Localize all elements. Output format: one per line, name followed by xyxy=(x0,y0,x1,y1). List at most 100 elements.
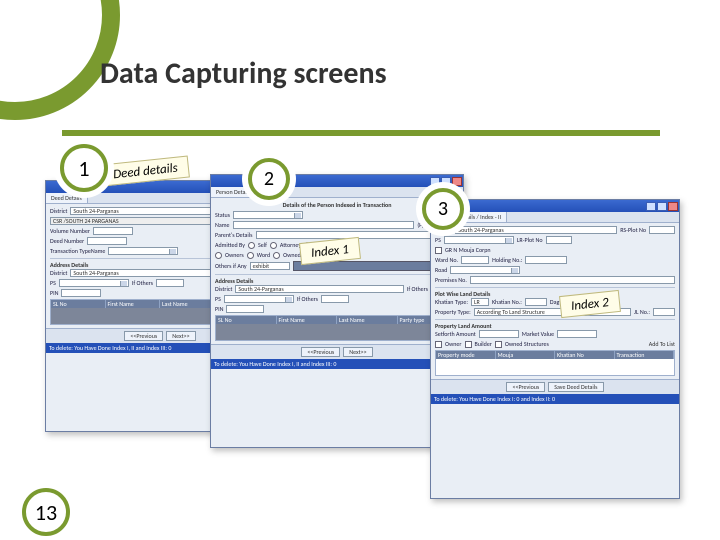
chk-corpn[interactable] xyxy=(435,247,442,254)
label-transaction: Transaction TypeName xyxy=(50,247,105,255)
market-field[interactable] xyxy=(557,330,597,338)
road-select[interactable] xyxy=(450,266,520,274)
label-district: District xyxy=(50,207,67,215)
setforth-field[interactable] xyxy=(479,330,519,338)
minimize-button[interactable] xyxy=(646,202,656,211)
chk-owner[interactable] xyxy=(435,341,442,348)
label-if-others: If Others xyxy=(407,285,428,293)
radio-attorney[interactable] xyxy=(270,242,277,249)
radio-owned[interactable] xyxy=(273,252,280,259)
status-select[interactable] xyxy=(233,211,303,219)
ward-field[interactable] xyxy=(461,256,489,264)
radio-attorney-label: Attorney xyxy=(280,241,301,249)
radio-self[interactable] xyxy=(248,242,255,249)
ps-select[interactable] xyxy=(224,295,294,303)
chk-struct-label: Owned Structures xyxy=(505,340,549,348)
add-to-list-button[interactable]: Add To List xyxy=(649,340,675,348)
marker-2: 2 xyxy=(248,158,290,200)
col-khatian: Khatian No xyxy=(555,351,615,359)
close-button[interactable] xyxy=(668,202,678,211)
label-property-type: Property Type: xyxy=(435,308,471,316)
label-ward: Ward No. xyxy=(435,256,458,264)
label-premises: Premises No. xyxy=(435,276,467,284)
label-ps: PS xyxy=(50,279,56,287)
minimize-button[interactable] xyxy=(430,177,440,186)
col-mode: Property mode xyxy=(436,351,496,359)
label-market: Market Value xyxy=(522,330,554,338)
col-first: First Name xyxy=(106,300,161,308)
col-trans: Transaction xyxy=(615,351,675,359)
chk-owner-label: Owner xyxy=(445,340,462,348)
label-deed-no: Deed Number xyxy=(50,237,84,245)
label-addr-district: District xyxy=(50,269,67,277)
tab-deed-details[interactable]: Deed Details xyxy=(46,193,88,203)
label-if-others2: If Others xyxy=(132,279,153,287)
radio-owners[interactable] xyxy=(215,252,222,259)
label-setforth: Setforth Amount xyxy=(435,330,476,338)
ps-select[interactable] xyxy=(444,236,514,244)
khatian-type-field[interactable]: LR xyxy=(471,298,489,306)
lr-field[interactable] xyxy=(546,236,572,244)
khatian-no-field[interactable] xyxy=(525,298,547,306)
label-khatian-no: Khatian No.: xyxy=(492,298,522,306)
deed-no-field[interactable] xyxy=(87,237,127,245)
label-corpn: GR N Mouja Corpn xyxy=(445,246,491,254)
land-heading: Property Land Amount xyxy=(435,322,492,330)
next-button[interactable]: Next>> xyxy=(343,347,372,357)
label-volume: Volume Number xyxy=(50,227,90,235)
col-slno: SL No xyxy=(216,316,277,324)
label-addr-pin: PIN xyxy=(215,305,223,313)
rs-field[interactable] xyxy=(649,226,675,234)
prev-button[interactable]: <<Previous xyxy=(301,347,340,357)
addr-district-field[interactable]: South 24-Parganas xyxy=(70,269,214,277)
radio-owners-label: Owners xyxy=(225,251,244,259)
save-deed-button[interactable]: Save Deed Details xyxy=(548,382,603,392)
ps-other-field[interactable] xyxy=(321,295,349,303)
address-heading: Address Details xyxy=(215,277,253,285)
window-index-2: Property Details / Index - II District S… xyxy=(430,199,680,499)
titlebar xyxy=(431,200,679,212)
label-rs: RS-Plot No xyxy=(620,226,646,234)
next-button[interactable]: Next>> xyxy=(166,331,195,341)
page-number-badge: 13 xyxy=(22,488,70,536)
prev-button[interactable]: <<Previous xyxy=(124,331,163,341)
label-addr-ps: PS xyxy=(215,295,221,303)
addr-district-field[interactable]: South 24-Parganas xyxy=(235,285,403,293)
chk-struct[interactable] xyxy=(495,341,502,348)
slide-title: Data Capturing screens xyxy=(100,55,387,92)
ps-select[interactable] xyxy=(59,279,129,287)
label-pin: PIN xyxy=(50,289,58,297)
ps-other-field[interactable] xyxy=(156,279,184,287)
statusbar: To delete: You Have Done Index I, II and… xyxy=(211,359,463,369)
radio-word[interactable] xyxy=(247,252,254,259)
district-field[interactable]: South 24-Parganas xyxy=(455,226,617,234)
transaction-select[interactable] xyxy=(108,247,178,255)
premises-field[interactable] xyxy=(470,276,675,284)
volume-field[interactable] xyxy=(93,227,133,235)
holding-field[interactable] xyxy=(525,256,567,264)
label-jl: JL No.: xyxy=(634,308,650,316)
radio-owned-label: Owned xyxy=(283,251,301,259)
jl-field[interactable] xyxy=(653,308,675,316)
col-last: Last Name xyxy=(337,316,398,324)
chk-builder[interactable] xyxy=(465,341,472,348)
slide-divider xyxy=(62,130,660,136)
name-field[interactable] xyxy=(233,221,415,229)
maximize-button[interactable] xyxy=(657,202,667,211)
maximize-button[interactable] xyxy=(441,177,451,186)
col-mouja: Mouja xyxy=(496,351,556,359)
property-grid[interactable]: Property mode Mouja Khatian No Transacti… xyxy=(435,350,675,376)
address-heading: Address Details xyxy=(50,261,88,269)
label-parent: Parent's Details xyxy=(215,231,253,239)
label-ps: PS xyxy=(435,236,441,244)
marker-1: 1 xyxy=(60,144,108,192)
exhibit-field[interactable]: exhibit xyxy=(250,262,290,270)
pin-field[interactable] xyxy=(61,289,101,297)
col-first: First Name xyxy=(277,316,338,324)
plot-heading: Plot Wise Land Details xyxy=(435,290,490,298)
pin-field[interactable] xyxy=(226,305,264,313)
label-if-others: If Others xyxy=(297,295,318,303)
close-button[interactable] xyxy=(452,177,462,186)
prev-button[interactable]: <<Previous xyxy=(506,382,545,392)
party-grid[interactable]: SL No First Name Last Name Party type xyxy=(215,315,459,341)
